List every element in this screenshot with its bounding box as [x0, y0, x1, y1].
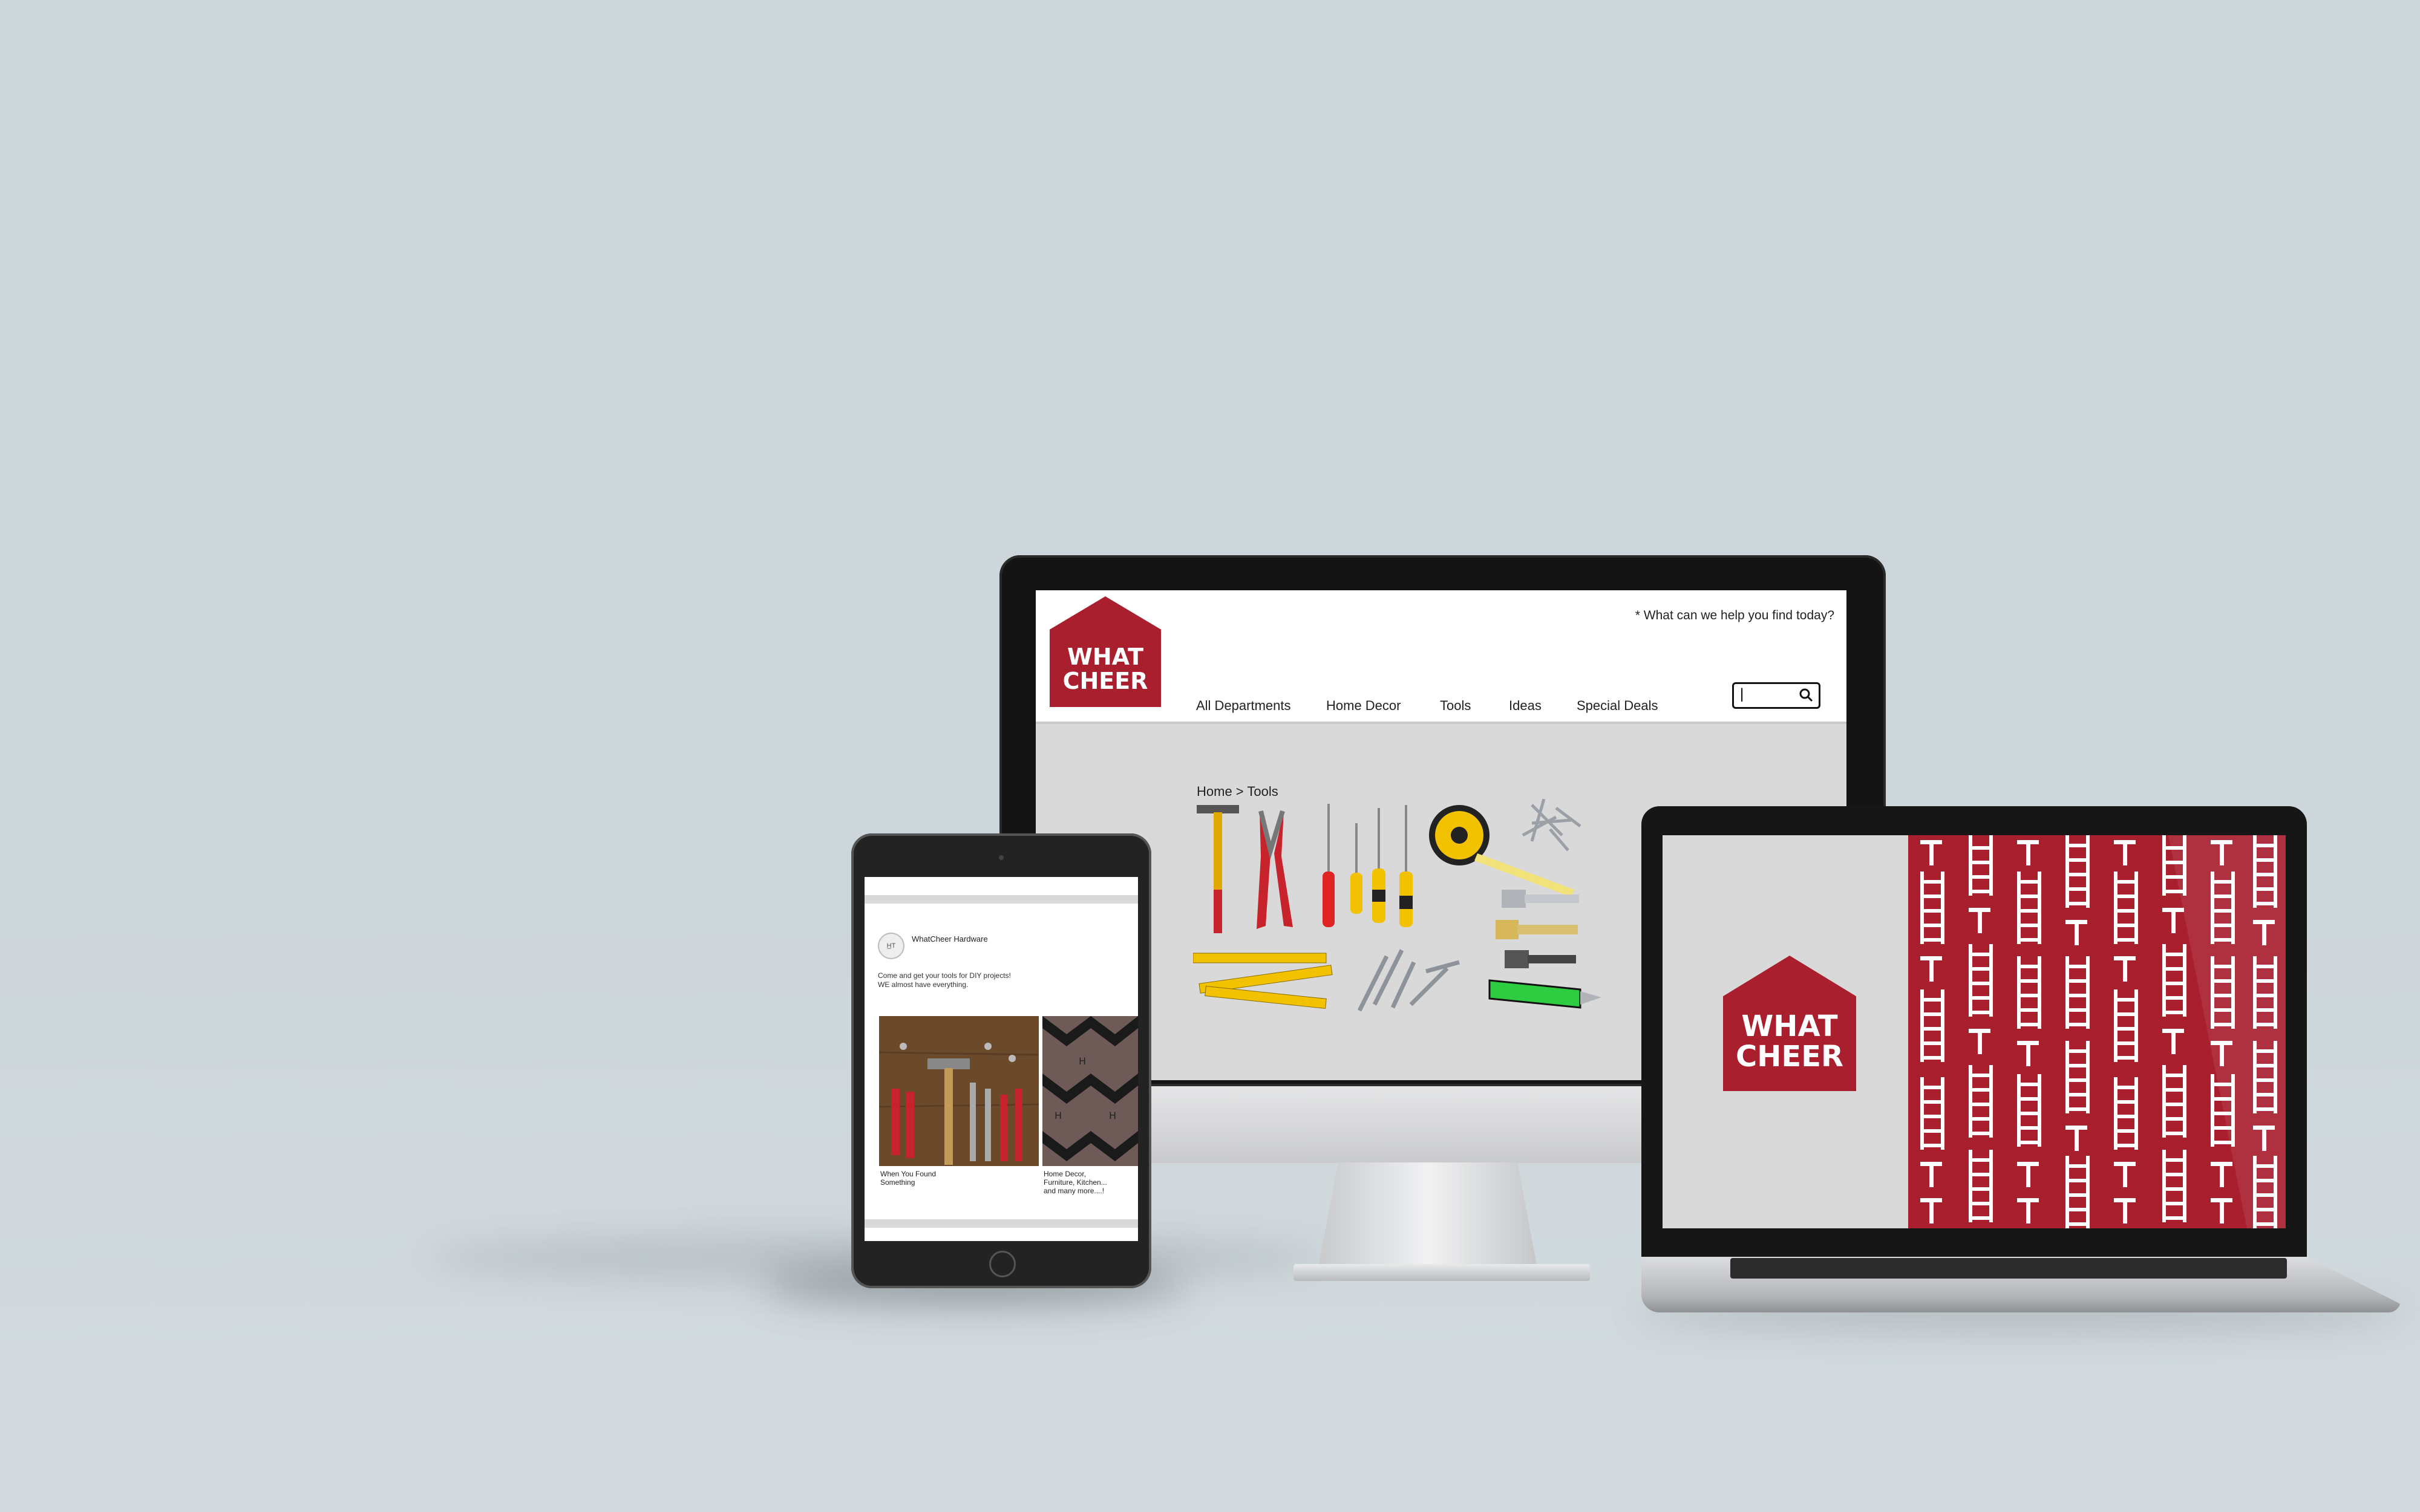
laptop-website: WHAT CHEER [1663, 835, 2286, 1228]
folding-ruler-icon [1193, 953, 1333, 1009]
nav-ideas[interactable]: Ideas [1509, 698, 1542, 714]
site-logo[interactable]: WHAT CHEER [1050, 596, 1161, 707]
help-prompt[interactable]: * What can we help you find today? [1617, 608, 1834, 623]
laptop-device: WHAT CHEER [1641, 806, 2307, 1257]
laptop-keyboard [1730, 1258, 2287, 1279]
nav-all-departments[interactable]: All Departments [1196, 698, 1291, 714]
brand-pattern-panel [1908, 835, 2286, 1228]
page-name[interactable]: WhatCheer Hardware [912, 934, 988, 943]
post-caption-line-2: WE almost have everything. [878, 980, 969, 989]
laptop-site-logo[interactable]: WHAT CHEER [1723, 956, 1856, 1091]
screwdrivers-icon [1323, 804, 1413, 927]
tools-product-image[interactable] [1193, 799, 1653, 1023]
fasteners-icon [1357, 949, 1460, 1012]
top-bar [865, 877, 1138, 904]
utility-knife-icon [1488, 979, 1601, 1009]
screws-icon [1522, 799, 1581, 852]
monitor-stand [1316, 1162, 1540, 1280]
card-2-line-1: Home Decor, [1044, 1170, 1087, 1178]
nav-home-decor[interactable]: Home Decor [1326, 698, 1401, 714]
card-1-line-1: When You Found [880, 1170, 937, 1178]
monitor-foot [1293, 1264, 1590, 1281]
breadcrumb[interactable]: Home > Tools [1197, 784, 1278, 800]
laptop-logo-line-what: WHAT [1741, 1009, 1838, 1043]
site-header: WHAT CHEER * What can we help you find t… [1036, 590, 1846, 724]
svg-text:H: H [1079, 1055, 1086, 1067]
laptop-logo-line-cheer: CHEER [1736, 1040, 1843, 1074]
social-post-screen: H̲T WhatCheer Hardware Come and get your… [865, 877, 1138, 1241]
pliers-icon [1257, 810, 1293, 929]
brand-pattern-image[interactable]: H H H [1042, 1016, 1138, 1166]
bottom-bar [865, 1219, 1138, 1228]
svg-text:H: H [1055, 1110, 1062, 1121]
hammer-icon [1197, 805, 1239, 933]
logo-line-what: WHAT [1067, 644, 1144, 670]
tablet-camera [999, 855, 1004, 860]
nav-special-deals[interactable]: Special Deals [1577, 698, 1658, 714]
tablet-device: H̲T WhatCheer Hardware Come and get your… [851, 833, 1151, 1288]
tools-on-wood-image[interactable] [879, 1016, 1039, 1166]
nav-tools[interactable]: Tools [1440, 698, 1471, 714]
bolts-icon [1496, 890, 1579, 968]
logo-line-cheer: CHEER [1062, 668, 1148, 694]
svg-text:H: H [1109, 1110, 1116, 1121]
post-caption-line-1: Come and get your tools for DIY projects… [878, 971, 1011, 980]
search-icon[interactable] [1798, 687, 1814, 703]
home-button[interactable] [989, 1251, 1016, 1277]
card-2-line-3: and many more....! [1044, 1187, 1105, 1195]
ladder-pattern [1920, 835, 2286, 1228]
search-input[interactable]: | [1732, 682, 1820, 709]
search-cursor: | [1740, 686, 1744, 702]
card-1-line-2: Something [880, 1178, 915, 1187]
page-avatar[interactable]: H̲T [878, 933, 904, 959]
card-2-line-2: Furniture, Kitchen... [1044, 1178, 1107, 1187]
